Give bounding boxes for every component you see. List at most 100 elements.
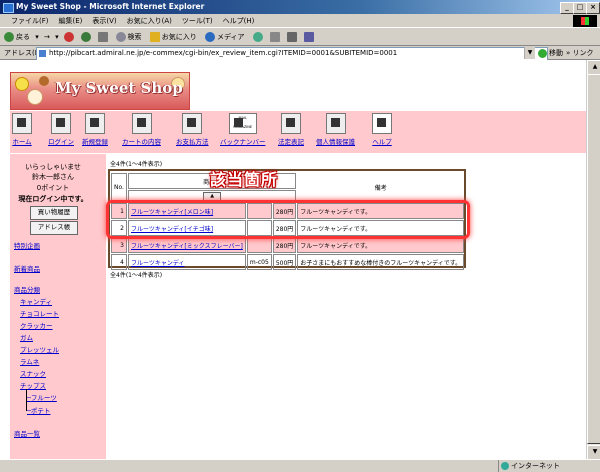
search-icon	[115, 32, 126, 42]
user-name: 鈴木一郎さん	[32, 173, 74, 181]
special-link[interactable]: 特別企画	[14, 240, 40, 250]
maximize-button[interactable]: □	[573, 2, 587, 14]
category-gum[interactable]: ガム	[20, 332, 33, 342]
links-button[interactable]: » リンク	[566, 46, 594, 60]
favorites-icon	[149, 32, 160, 42]
scroll-thumb[interactable]	[587, 74, 600, 444]
address-book-button[interactable]: アドレス帳	[30, 221, 78, 235]
ie-icon	[3, 3, 14, 13]
media-icon	[205, 32, 216, 42]
table-row: 4 フルーツキャンディ m-c05 500円 お子さまにもおすすめな棒付きのフル…	[111, 254, 465, 270]
vertical-scrollbar[interactable]: ▲ ▼	[586, 60, 600, 460]
menu-help[interactable]: ヘルプ(H)	[218, 14, 260, 28]
candy-icon	[27, 89, 43, 105]
nav-bar: ホーム ログイン 新規登録 カートの内容 お支払方法 MAIL MAGAZINE…	[10, 111, 586, 153]
signature-icon	[85, 113, 105, 134]
subcategory-fruit[interactable]: ─フルーツ	[27, 392, 57, 402]
minimize-button[interactable]: _	[560, 2, 574, 14]
menu-edit[interactable]: 編集(E)	[54, 14, 88, 28]
menu-tools[interactable]: ツール(T)	[177, 14, 218, 28]
category-pretzel[interactable]: プレッツェル	[20, 344, 59, 354]
row-no: 4	[111, 254, 127, 270]
sidebar: いらっしゃいませ 鈴木一郎さん 0ポイント 現在ログイン中です。 買い物履歴 ア…	[10, 154, 106, 459]
nav-item-privacy[interactable]: 個人情報保護	[316, 113, 355, 146]
header-note: 備考	[374, 185, 387, 192]
category-cracker[interactable]: クラッカー	[20, 320, 53, 330]
go-button[interactable]: 移動	[538, 46, 563, 60]
menu-file[interactable]: ファイル(F)	[6, 14, 54, 28]
all-items-link[interactable]: 商品一覧	[14, 428, 40, 438]
security-zone: インターネット	[498, 460, 560, 472]
search-button[interactable]: 検索	[115, 29, 145, 46]
edit-icon[interactable]	[304, 29, 316, 46]
shop-logo[interactable]: My Sweet Shop	[10, 72, 190, 110]
purchase-history-button[interactable]: 買い物履歴	[30, 206, 78, 220]
product-name-link[interactable]: フルーツキャンディ[ミックスフレーバー]	[127, 237, 246, 253]
person-icon	[325, 113, 346, 134]
nav-item-register[interactable]: 新規登録	[82, 113, 108, 146]
question-icon: ?	[372, 113, 392, 134]
go-arrow-icon	[538, 48, 547, 58]
menu-bar: ファイル(F) 編集(E) 表示(V) お気に入り(A) ツール(T) ヘルプ(H)	[0, 14, 600, 28]
category-chocolate[interactable]: チョコレート	[20, 308, 59, 318]
address-input[interactable]: http://pibcart.admiral.ne.jp/e-commex/cg…	[36, 47, 548, 61]
result-count-top: 全4件(1〜4件表示)	[110, 161, 163, 168]
category-link[interactable]: 商品分類	[14, 284, 40, 294]
window-title: My Sweet Shop - Microsoft Internet Explo…	[16, 2, 205, 11]
mail-icon[interactable]	[270, 29, 282, 46]
nav-item-legal[interactable]: 法定表記	[278, 113, 304, 146]
new-items-link[interactable]: 新着商品	[14, 263, 40, 273]
result-count-bottom: 全4件(1〜4件表示)	[110, 272, 163, 279]
back-button[interactable]: 戻る ▾	[4, 29, 39, 46]
nav-item-cart[interactable]: カートの内容	[122, 113, 161, 146]
nav-item-payment[interactable]: お支払方法	[176, 113, 209, 146]
product-price: 280円	[272, 237, 297, 253]
shop-logo-text: My Sweet Shop	[55, 79, 183, 97]
subcategory-potato[interactable]: ─ポテト	[27, 405, 50, 415]
candy-icon	[15, 77, 29, 91]
login-status: 現在ログイン中です。	[18, 195, 88, 203]
print-icon[interactable]	[287, 29, 299, 46]
status-bar: インターネット	[0, 459, 600, 472]
category-chips[interactable]: チップス	[20, 380, 46, 390]
document-icon	[281, 113, 301, 134]
nav-item-backnumber[interactable]: MAIL MAGAZINE バックナンバー	[220, 113, 266, 146]
scroll-down-button[interactable]: ▼	[587, 445, 600, 460]
product-price: 500円	[272, 254, 297, 270]
nav-item-home[interactable]: ホーム	[12, 113, 32, 146]
address-url: http://pibcart.admiral.ne.jp/e-commex/cg…	[49, 49, 398, 57]
close-button[interactable]: ×	[586, 2, 600, 14]
refresh-icon[interactable]	[81, 29, 93, 46]
door-icon	[51, 113, 71, 134]
scroll-up-button[interactable]: ▲	[587, 60, 600, 75]
row-no: 3	[111, 237, 127, 253]
home-icon[interactable]	[98, 29, 110, 46]
stop-icon[interactable]	[63, 29, 76, 46]
media-button[interactable]: メディア	[205, 29, 248, 46]
table-header-row: No. 商品名 備考	[111, 173, 464, 202]
annotation-highlight-box	[106, 200, 470, 239]
candy-icon	[39, 76, 49, 86]
history-icon[interactable]	[252, 29, 265, 46]
category-ramune[interactable]: ラムネ	[20, 356, 39, 366]
address-bar: アドレス(D) http://pibcart.admiral.ne.jp/e-c…	[0, 46, 600, 61]
welcome-text: いらっしゃいませ	[25, 163, 81, 171]
category-candy[interactable]: キャンディ	[20, 296, 52, 306]
register-icon	[182, 113, 203, 134]
table-row: 3 フルーツキャンディ[ミックスフレーバー] 280円 フルーツキャンディです。	[111, 237, 465, 253]
forward-button[interactable]: → ▾	[44, 29, 59, 46]
mail-magazine-icon: MAIL MAGAZINE	[228, 113, 257, 134]
nav-item-help[interactable]: ? ヘルプ	[372, 113, 392, 146]
cart-icon	[131, 113, 152, 134]
category-snack[interactable]: スナック	[20, 368, 46, 378]
menu-view[interactable]: 表示(V)	[87, 14, 121, 28]
nav-item-login[interactable]: ログイン	[48, 113, 74, 146]
back-arrow-icon	[4, 32, 14, 42]
address-dropdown-button[interactable]: ▼	[524, 47, 535, 59]
annotation-callout: 該当箇所	[210, 170, 279, 189]
windows-logo-icon	[573, 15, 597, 27]
favorites-button[interactable]: お気に入り	[149, 29, 200, 46]
menu-favorites[interactable]: お気に入り(A)	[122, 14, 177, 28]
product-name-link[interactable]: フルーツキャンディ	[127, 254, 246, 270]
product-note: お子さまにもおすすめな棒付きのフルーツキャンディです。	[297, 254, 465, 270]
